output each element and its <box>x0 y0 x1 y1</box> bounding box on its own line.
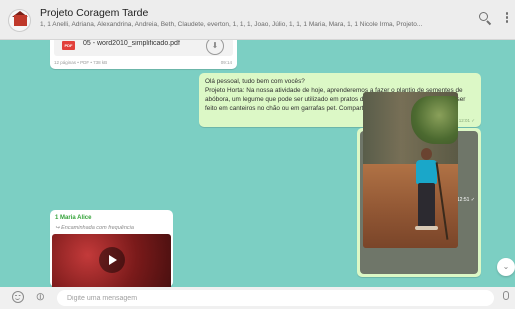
outgoing-message-time: 12:01 ✓ <box>458 118 475 123</box>
play-icon[interactable] <box>99 247 125 273</box>
incoming-video-message[interactable]: 1 Maria Alice ↪ Encaminhada com frequênc… <box>50 210 173 287</box>
document-file-name[interactable]: 05 - word2010_simplificado.pdf <box>83 40 180 47</box>
microphone-icon[interactable] <box>503 291 509 300</box>
forwarded-text: Encaminhada com frequência <box>61 225 134 231</box>
document-meta: 12 páginas • PDF • 738 kB <box>54 60 108 65</box>
photo-bush <box>411 96 458 144</box>
garden-photo[interactable] <box>363 92 458 248</box>
download-icon[interactable]: ⬇ <box>206 40 224 55</box>
participants-list[interactable]: 1, 1 Anelli, Adriana, Alexandrina, Andre… <box>40 21 462 28</box>
scroll-down-icon[interactable]: ⌄ <box>497 258 515 276</box>
photo-person-shirt <box>416 160 437 184</box>
photo-message-time: 12:51 ✓ <box>456 197 475 203</box>
message-composer: ⊘ <box>0 287 515 309</box>
video-thumbnail[interactable] <box>52 234 171 287</box>
sender-name[interactable]: 1 Maria Alice <box>55 215 91 221</box>
forwarded-label: ↪ Encaminhada com frequência <box>55 225 134 231</box>
document-time: 09:14 <box>220 60 232 65</box>
house-shape <box>14 15 27 26</box>
search-icon[interactable] <box>478 11 492 26</box>
paperclip-icon[interactable]: ⊘ <box>32 289 48 305</box>
search-handle <box>486 20 492 26</box>
group-avatar[interactable] <box>8 9 31 32</box>
chat-header: Projeto Coragem Tarde 1, 1 Anelli, Adria… <box>0 0 515 40</box>
document-row[interactable]: PDF 05 - word2010_simplificado.pdf ⬇ <box>54 40 233 56</box>
kebab-menu-icon[interactable] <box>505 11 509 25</box>
group-title[interactable]: Projeto Coragem Tarde <box>40 7 148 19</box>
photo-person-feet <box>415 226 438 230</box>
photo-person-head <box>421 148 432 160</box>
document-message[interactable]: PDF 05 - word2010_simplificado.pdf ⬇ 12 … <box>50 40 237 69</box>
photo-person-pants <box>418 183 435 227</box>
pdf-icon: PDF <box>62 41 75 50</box>
emoji-icon[interactable] <box>12 291 24 303</box>
message-input[interactable] <box>57 290 494 306</box>
